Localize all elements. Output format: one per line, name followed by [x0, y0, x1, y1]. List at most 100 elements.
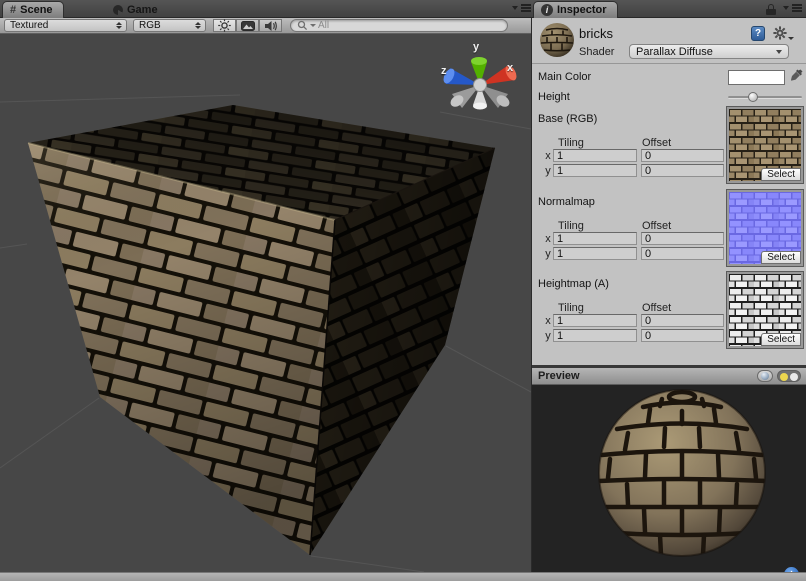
row-y-label: y	[544, 248, 552, 260]
eyedropper-icon	[790, 68, 804, 84]
context-menu-button[interactable]	[773, 26, 794, 40]
height-label: Height	[538, 91, 570, 103]
draw-mode-value: Textured	[10, 20, 48, 31]
tab-scene[interactable]: # Scene	[2, 1, 64, 18]
tab-inspector-label: Inspector	[557, 4, 607, 16]
preview-lighting-button[interactable]	[777, 370, 801, 382]
material-sphere-icon	[538, 21, 576, 59]
offset-header: Offset	[642, 137, 671, 149]
tiling-y-input[interactable]	[553, 247, 637, 260]
offset-header: Offset	[642, 302, 671, 314]
tab-inspector[interactable]: i Inspector	[533, 1, 618, 18]
lock-icon[interactable]	[766, 4, 776, 15]
speaker-icon	[264, 20, 278, 32]
lock-body	[766, 9, 776, 15]
color-mode-value: RGB	[139, 20, 161, 31]
tiling-x-input[interactable]	[553, 314, 637, 327]
tiling-y-input[interactable]	[553, 164, 637, 177]
scene-panel-menu-icon[interactable]	[512, 6, 531, 10]
map-section-base: Base (RGB) Tiling Offset x y	[532, 107, 806, 184]
shader-dropdown[interactable]: Parallax Diffuse	[629, 44, 789, 59]
gizmo-x-label[interactable]: x	[507, 62, 513, 74]
gizmo-z-label[interactable]: z	[441, 65, 447, 77]
scene-skybox-toggle[interactable]	[236, 19, 259, 32]
shader-label: Shader	[579, 46, 614, 58]
search-input[interactable]	[318, 20, 488, 31]
chevron-down-icon	[776, 50, 782, 54]
light-off-icon	[790, 373, 798, 381]
inspector-panel-menu-icon[interactable]	[783, 6, 802, 10]
main-color-label: Main Color	[538, 71, 591, 83]
gear-icon	[773, 26, 787, 40]
tab-strip: # Scene Game i Inspector	[0, 0, 806, 18]
image-icon	[241, 21, 255, 31]
row-x-label: x	[544, 150, 552, 162]
offset-y-input[interactable]	[641, 164, 724, 177]
offset-y-input[interactable]	[641, 247, 724, 260]
help-icon[interactable]: ?	[751, 26, 765, 41]
normalmap-texture-thumbnail[interactable]: Select	[727, 190, 803, 266]
scene-view[interactable]: y z x	[0, 34, 531, 572]
search-scope-arrow-icon	[310, 24, 316, 27]
row-y-label: y	[544, 165, 552, 177]
offset-x-input[interactable]	[641, 149, 724, 162]
brick-cube[interactable]	[28, 105, 495, 555]
chevron-down-icon	[788, 37, 794, 40]
gizmo-y-label[interactable]: y	[473, 41, 479, 53]
search-icon	[297, 20, 308, 31]
inspector-panel: bricks Shader Parallax Diffuse ?	[531, 18, 806, 572]
dropdown-triangle-icon	[783, 6, 789, 10]
offset-x-input[interactable]	[641, 314, 724, 327]
row-x-label: x	[544, 233, 552, 245]
offset-x-input[interactable]	[641, 232, 724, 245]
tiling-header: Tiling	[558, 137, 584, 149]
hamburger-icon	[792, 7, 802, 9]
unity-editor-window: # Scene Game i Inspector Textured	[0, 0, 806, 581]
preview-mesh-button[interactable]	[757, 370, 773, 382]
light-on-icon	[780, 373, 788, 381]
scene-audio-toggle[interactable]	[259, 19, 282, 32]
dropdown-triangle-icon	[512, 6, 518, 10]
tiling-x-input[interactable]	[553, 232, 637, 245]
height-slider-thumb[interactable]	[748, 92, 758, 102]
draw-mode-dropdown[interactable]: Textured	[4, 19, 127, 32]
select-texture-button[interactable]: Select	[761, 251, 801, 264]
select-texture-button[interactable]: Select	[761, 333, 801, 346]
shader-value: Parallax Diffuse	[636, 46, 713, 58]
main-color-swatch[interactable]	[728, 70, 785, 85]
status-bar	[0, 572, 806, 581]
map-section-normalmap: Normalmap Tiling Offset x y	[532, 190, 806, 267]
dropdown-arrows-icon	[116, 22, 122, 29]
preview-header: Preview	[532, 368, 806, 385]
tab-game-label: Game	[127, 4, 158, 16]
row-x-label: x	[544, 315, 552, 327]
material-preview-thumb[interactable]	[538, 21, 576, 59]
tab-scene-label: Scene	[20, 4, 52, 16]
preview-title: Preview	[538, 370, 580, 382]
map-label: Normalmap	[538, 196, 595, 208]
tab-game[interactable]: Game	[106, 1, 168, 18]
sun-icon	[218, 19, 231, 32]
tiling-y-input[interactable]	[553, 329, 637, 342]
map-section-heightmap: Heightmap (A) Tiling Offset x y	[532, 272, 806, 349]
offset-header: Offset	[642, 220, 671, 232]
preview-viewport[interactable]: +	[532, 385, 806, 572]
eyedropper-button[interactable]	[790, 68, 804, 87]
material-header: bricks Shader Parallax Diffuse ?	[532, 18, 806, 64]
heightmap-texture-thumbnail[interactable]: Select	[727, 272, 803, 348]
offset-y-input[interactable]	[641, 329, 724, 342]
dropdown-arrows-icon	[195, 22, 201, 29]
scene-toolbar: Textured RGB	[0, 18, 531, 34]
material-name: bricks	[579, 26, 613, 41]
preview-sphere-render	[532, 385, 806, 572]
tiling-x-input[interactable]	[553, 149, 637, 162]
select-texture-button[interactable]: Select	[761, 168, 801, 181]
row-y-label: y	[544, 330, 552, 342]
hamburger-icon	[521, 7, 531, 9]
base-texture-thumbnail[interactable]: Select	[727, 107, 803, 183]
scene-lighting-toggle[interactable]	[213, 19, 236, 32]
color-mode-dropdown[interactable]: RGB	[133, 19, 206, 32]
scene-search-field[interactable]	[290, 19, 508, 32]
height-slider[interactable]	[728, 96, 802, 99]
map-label: Base (RGB)	[538, 113, 597, 125]
